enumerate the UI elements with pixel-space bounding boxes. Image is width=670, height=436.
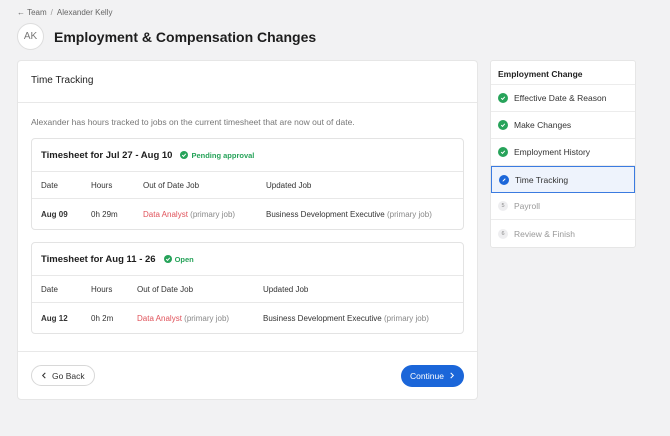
breadcrumb: ← Team / Alexander Kelly (17, 8, 112, 17)
column-header: Hours (91, 180, 113, 190)
check-icon (498, 93, 508, 103)
status-badge-label: Pending approval (191, 150, 255, 160)
step-review-finish[interactable]: 6 Review & Finish (491, 220, 635, 247)
time-tracking-card: Time Tracking Alexander has hours tracke… (17, 60, 478, 400)
timesheet-card: Timesheet for Aug 11 - 26 Open Date Hour… (31, 242, 464, 334)
chevron-right-icon (449, 371, 455, 381)
steps-title: Employment Change (491, 61, 635, 85)
row-old-job: Data Analyst (primary job) (143, 210, 266, 219)
timesheet-title: Timesheet for Aug 11 - 26 (41, 253, 156, 265)
pencil-icon (499, 174, 509, 185)
step-navigation: Employment Change Effective Date & Reaso… (490, 60, 636, 248)
step-label: Effective Date & Reason (514, 93, 607, 103)
table-row: Aug 09 0h 29m Data Analyst (primary job)… (32, 199, 463, 229)
timesheet-card: Timesheet for Jul 27 - Aug 10 Pending ap… (31, 138, 464, 230)
step-payroll[interactable]: 5 Payroll (491, 193, 635, 220)
row-new-job: Business Development Executive (primary … (263, 314, 429, 323)
go-back-label: Go Back (52, 370, 85, 381)
step-label: Employment History (514, 147, 591, 157)
row-new-job: Business Development Executive (primary … (266, 210, 432, 219)
old-job-note: (primary job) (190, 209, 236, 219)
new-job-note: (primary job) (383, 313, 429, 323)
go-back-button[interactable]: Go Back (31, 365, 95, 386)
table-row: Aug 12 0h 2m Data Analyst (primary job) … (32, 303, 463, 333)
breadcrumb-current: Alexander Kelly (56, 8, 113, 17)
row-date: Aug 12 (41, 313, 68, 323)
continue-button[interactable]: Continue (400, 365, 464, 387)
page-header: AK Employment & Compensation Changes (17, 23, 316, 50)
step-employment-history[interactable]: Employment History (491, 139, 635, 166)
column-header: Updated Job (266, 180, 312, 190)
check-icon (498, 120, 508, 130)
check-icon (163, 255, 172, 263)
column-header: Out of Date Job (137, 284, 194, 294)
status-badge-label: Open (174, 254, 194, 264)
avatar: AK (17, 23, 44, 50)
column-header: Date (41, 180, 58, 190)
row-hours: 0h 2m (91, 313, 114, 323)
new-job-name: Business Development Executive (266, 209, 385, 219)
row-old-job: Data Analyst (primary job) (137, 314, 263, 323)
breadcrumb-back-link[interactable]: ← Team (17, 8, 47, 17)
old-job-name: Data Analyst (137, 313, 182, 323)
new-job-name: Business Development Executive (263, 313, 382, 323)
step-label: Review & Finish (514, 228, 575, 239)
continue-label: Continue (409, 371, 444, 381)
step-label: Payroll (514, 201, 540, 211)
page-title: Employment & Compensation Changes (54, 28, 317, 45)
card-title: Time Tracking (18, 61, 477, 103)
row-hours: 0h 29m (91, 209, 118, 219)
column-header: Date (41, 284, 58, 294)
step-number: 5 (498, 201, 508, 211)
step-label: Time Tracking (515, 174, 569, 185)
status-badge: Open (163, 254, 194, 264)
old-job-note: (primary job) (184, 313, 230, 323)
old-job-name: Data Analyst (143, 209, 188, 219)
step-number: 6 (498, 228, 508, 239)
step-label: Make Changes (514, 120, 572, 130)
column-header: Hours (91, 284, 113, 294)
step-effective-date[interactable]: Effective Date & Reason (491, 85, 635, 112)
card-footer: Go Back Continue (18, 351, 477, 399)
row-date: Aug 09 (41, 209, 68, 219)
breadcrumb-separator: / (50, 8, 53, 17)
column-header: Updated Job (263, 284, 309, 294)
column-header: Out of Date Job (143, 180, 200, 190)
timesheet-title: Timesheet for Jul 27 - Aug 10 (41, 149, 173, 161)
step-time-tracking[interactable]: Time Tracking (491, 166, 635, 193)
step-make-changes[interactable]: Make Changes (491, 112, 635, 139)
intro-text: Alexander has hours tracked to jobs on t… (31, 117, 355, 127)
check-icon (180, 151, 189, 159)
new-job-note: (primary job) (386, 209, 432, 219)
chevron-left-icon (41, 371, 47, 381)
table-header: Date Hours Out of Date Job Updated Job (32, 172, 463, 199)
check-icon (498, 147, 508, 157)
table-header: Date Hours Out of Date Job Updated Job (32, 276, 463, 303)
status-badge: Pending approval (180, 151, 254, 160)
